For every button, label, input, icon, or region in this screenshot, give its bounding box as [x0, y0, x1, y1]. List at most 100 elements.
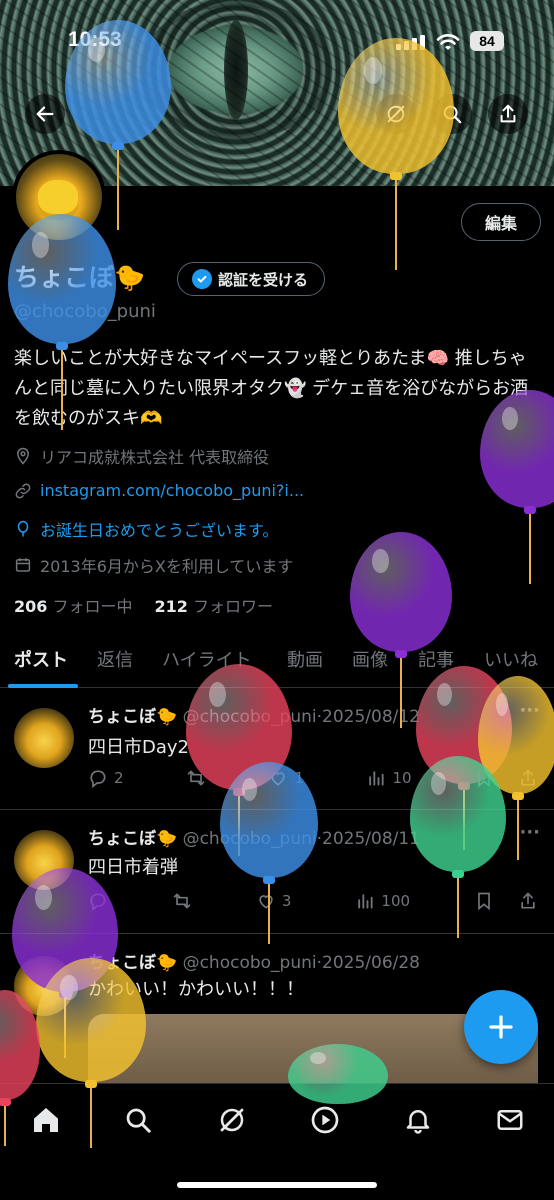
get-verified-button[interactable]: 認証を受ける — [177, 262, 326, 296]
post-more-button[interactable]: ··· — [519, 700, 540, 721]
bell-icon — [406, 1110, 430, 1134]
post-item[interactable]: ちょこぼ🐤 @chocobo_puni·2025/08/11 ··· 四日市着弾… — [0, 810, 554, 934]
profile-tabs: ポスト 返信 ハイライト 動画 画像 記事 いいね — [0, 636, 554, 688]
home-icon — [34, 1108, 58, 1132]
tab-replies[interactable]: 返信 — [97, 646, 133, 672]
repost-icon — [187, 770, 205, 786]
back-button[interactable] — [25, 94, 65, 134]
repost-button[interactable] — [186, 768, 206, 788]
share-icon — [521, 892, 535, 909]
location-text: リアコ成就株式会社 代表取締役 — [40, 448, 270, 467]
post-author-name: ちょこぼ🐤 — [88, 953, 178, 973]
views-icon — [369, 771, 385, 786]
tab-posts[interactable]: ポスト — [14, 646, 68, 672]
share-icon — [500, 104, 516, 123]
post-text: 四日市Day2 — [88, 737, 189, 758]
link-icon — [15, 483, 31, 498]
battery-indicator: 84 — [470, 31, 504, 51]
post-header: ちょこぼ🐤 @chocobo_puni·2025/08/11 — [88, 824, 420, 849]
birthday-text: お誕生日おめでとうございます。 — [40, 521, 279, 540]
views-button[interactable]: 100 — [355, 891, 410, 911]
share-icon — [521, 769, 535, 786]
wifi-icon — [436, 34, 460, 50]
post-more-button[interactable]: ··· — [519, 822, 540, 843]
views-icon — [358, 894, 373, 909]
repost-button[interactable] — [172, 891, 192, 911]
share-button[interactable] — [488, 94, 528, 134]
verified-badge-icon — [192, 269, 212, 289]
post-actions: 2 1 10 — [88, 768, 538, 788]
signal-icon — [396, 34, 426, 50]
tab-highlights[interactable]: ハイライト — [162, 646, 252, 672]
play-icon — [311, 1106, 339, 1134]
nav-notifications[interactable] — [398, 1100, 438, 1140]
home-indicator — [177, 1182, 377, 1188]
tab-media[interactable]: 画像 — [352, 646, 388, 672]
grok-icon — [220, 1108, 244, 1132]
post-item[interactable]: ちょこぼ🐤 @chocobo_puni·2025/08/12 ··· 四日市Da… — [0, 688, 554, 810]
get-verified-label: 認証を受ける — [218, 270, 309, 289]
bookmark-button[interactable] — [474, 768, 538, 788]
profile-location: リアコ成就株式会社 代表取締役 — [14, 444, 269, 468]
profile-joined: 2013年6月からXを利用しています — [14, 553, 293, 577]
post-author-handle: @chocobo_puni — [182, 829, 317, 849]
edit-profile-button[interactable]: 編集 — [461, 203, 541, 241]
nav-search[interactable] — [118, 1100, 158, 1140]
post-header: ちょこぼ🐤 @chocobo_puni·2025/08/12 — [88, 702, 420, 727]
post-date: ·2025/08/12 — [316, 707, 420, 727]
view-count: 100 — [381, 892, 411, 910]
post-author-handle: @chocobo_puni — [182, 707, 317, 727]
bookmark-icon — [478, 892, 490, 911]
profile-avatar[interactable] — [12, 150, 106, 244]
compose-button[interactable] — [464, 990, 538, 1064]
nav-home[interactable] — [26, 1100, 66, 1140]
reply-button[interactable] — [88, 891, 108, 911]
reply-icon — [90, 770, 106, 788]
post-avatar[interactable] — [14, 708, 74, 768]
following-count: 206 — [14, 597, 48, 616]
profile-handle: @chocobo_puni — [14, 301, 156, 322]
following-link[interactable]: 206 フォロー中 — [14, 593, 133, 617]
heart-icon — [259, 895, 273, 909]
arrow-left-icon — [36, 106, 54, 122]
like-button[interactable]: 3 — [256, 891, 292, 911]
follow-stats: 206 フォロー中 212 フォロワー — [14, 593, 273, 617]
reply-icon — [90, 893, 106, 911]
following-label: フォロー中 — [52, 597, 133, 616]
reply-button[interactable]: 2 — [88, 768, 124, 788]
search-button[interactable] — [432, 94, 472, 134]
post-text: かわいい！かわいい！！！ — [88, 979, 304, 1000]
post-header: ちょこぼ🐤 @chocobo_puni·2025/06/28 — [88, 948, 420, 973]
nav-messages[interactable] — [490, 1100, 530, 1140]
grok-button[interactable] — [376, 94, 416, 134]
link-text[interactable]: instagram.com/chocobo_puni?i... — [40, 481, 304, 500]
post-avatar[interactable] — [14, 956, 74, 1016]
profile-birthday: お誕生日おめでとうございます。 — [14, 517, 278, 541]
post-author-handle: @chocobo_puni — [182, 953, 317, 973]
post-author-name: ちょこぼ🐤 — [88, 707, 178, 727]
post-date: ·2025/08/11 — [316, 829, 420, 849]
nav-grok[interactable] — [212, 1100, 252, 1140]
plus-icon — [489, 1015, 513, 1039]
reply-count: 2 — [114, 769, 124, 787]
like-count: 3 — [281, 892, 292, 910]
tab-videos[interactable]: 動画 — [287, 646, 323, 672]
view-count: 10 — [392, 769, 412, 787]
followers-label: フォロワー — [193, 597, 274, 616]
like-button[interactable]: 1 — [268, 768, 304, 788]
followers-link[interactable]: 212 フォロワー — [155, 593, 274, 617]
balloon-icon — [17, 520, 29, 537]
bookmark-icon — [478, 769, 490, 788]
post-avatar[interactable] — [14, 830, 74, 890]
profile-bio: 楽しいことが大好きなマイペースフッ軽とりあたま🧠 推しちゃんと同じ墓に入りたい限… — [14, 348, 529, 429]
nav-video[interactable] — [305, 1100, 345, 1140]
location-pin-icon — [16, 447, 30, 465]
heart-icon — [271, 772, 286, 786]
post-actions: 3 100 — [88, 891, 538, 911]
bookmark-button[interactable] — [474, 891, 538, 911]
profile-link[interactable]: instagram.com/chocobo_puni?i... — [14, 481, 304, 500]
display-name: ちょこぼ🐤 — [14, 263, 146, 292]
tab-likes[interactable]: いいね — [484, 646, 538, 672]
views-button[interactable]: 10 — [366, 768, 412, 788]
tab-articles[interactable]: 記事 — [418, 646, 454, 672]
